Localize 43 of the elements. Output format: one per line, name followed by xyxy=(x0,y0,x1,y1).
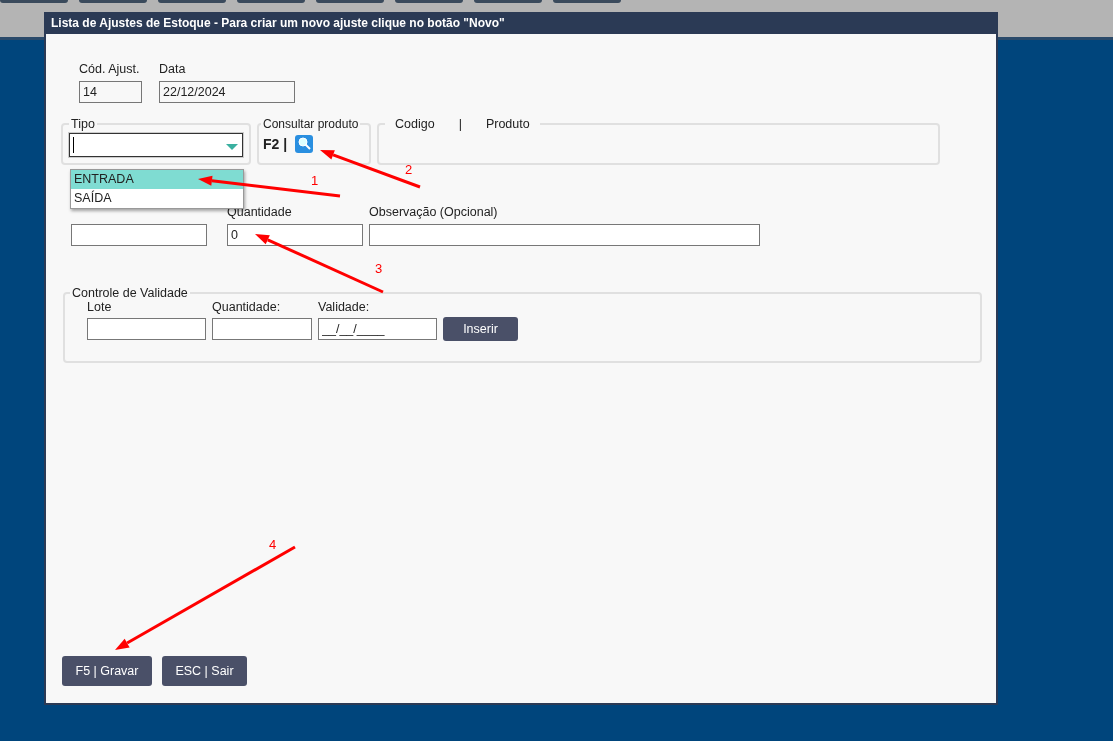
shortcut-label: F2 | xyxy=(263,136,288,152)
annotation-number: 2 xyxy=(405,162,413,177)
top-tab[interactable] xyxy=(553,0,621,3)
field-label: Quantidade xyxy=(227,205,293,220)
tipo-dropdown[interactable] xyxy=(69,133,243,157)
dropdown-option[interactable]: ENTRADA xyxy=(71,170,243,189)
action-button[interactable]: ESC | Sair xyxy=(162,656,247,686)
dropdown-option[interactable]: SAÍDA xyxy=(71,189,243,208)
group-label: Consultar produto xyxy=(262,117,360,131)
input-field[interactable] xyxy=(212,318,312,340)
annotation-number: 1 xyxy=(311,173,319,188)
action-button[interactable]: F5 | Gravar xyxy=(62,656,152,686)
insert-button[interactable]: Inserir xyxy=(443,317,518,341)
input-field[interactable] xyxy=(71,224,207,246)
top-tab[interactable] xyxy=(0,0,68,3)
field-label: Data xyxy=(159,62,187,77)
group-label: Codigo xyxy=(394,117,436,131)
top-tab[interactable] xyxy=(316,0,384,3)
field-label: Validade: xyxy=(318,300,371,315)
top-tab[interactable] xyxy=(158,0,226,3)
search-icon[interactable] xyxy=(295,135,314,153)
input-field[interactable]: 0 xyxy=(227,224,363,246)
top-tab[interactable] xyxy=(474,0,542,3)
input-field[interactable] xyxy=(369,224,760,246)
top-tab[interactable] xyxy=(79,0,147,3)
field-label: Observação (Opcional) xyxy=(369,205,499,220)
annotation-number: 3 xyxy=(375,261,383,276)
top-tab[interactable] xyxy=(237,0,305,3)
window-title: Lista de Ajustes de Estoque - Para criar um novo ajuste clique no botão "Novo" xyxy=(46,12,996,34)
group-label: Tipo xyxy=(70,117,96,131)
separator-label: | xyxy=(457,117,463,131)
field-label: Lote xyxy=(87,300,113,315)
input-field[interactable]: __/__/____ xyxy=(318,318,437,340)
annotation-number: 4 xyxy=(269,537,277,552)
field-label: Cód. Ajust. xyxy=(79,62,141,77)
group-label: Produto xyxy=(484,117,531,131)
field-label: Quantidade: xyxy=(212,300,282,315)
input-field[interactable]: 22/12/2024 xyxy=(159,81,295,103)
caret-icon xyxy=(226,144,238,150)
top-tab[interactable] xyxy=(395,0,463,3)
input-field[interactable] xyxy=(87,318,206,340)
input-field[interactable]: 14 xyxy=(79,81,142,103)
group-label: Controle de Validade xyxy=(71,286,189,300)
